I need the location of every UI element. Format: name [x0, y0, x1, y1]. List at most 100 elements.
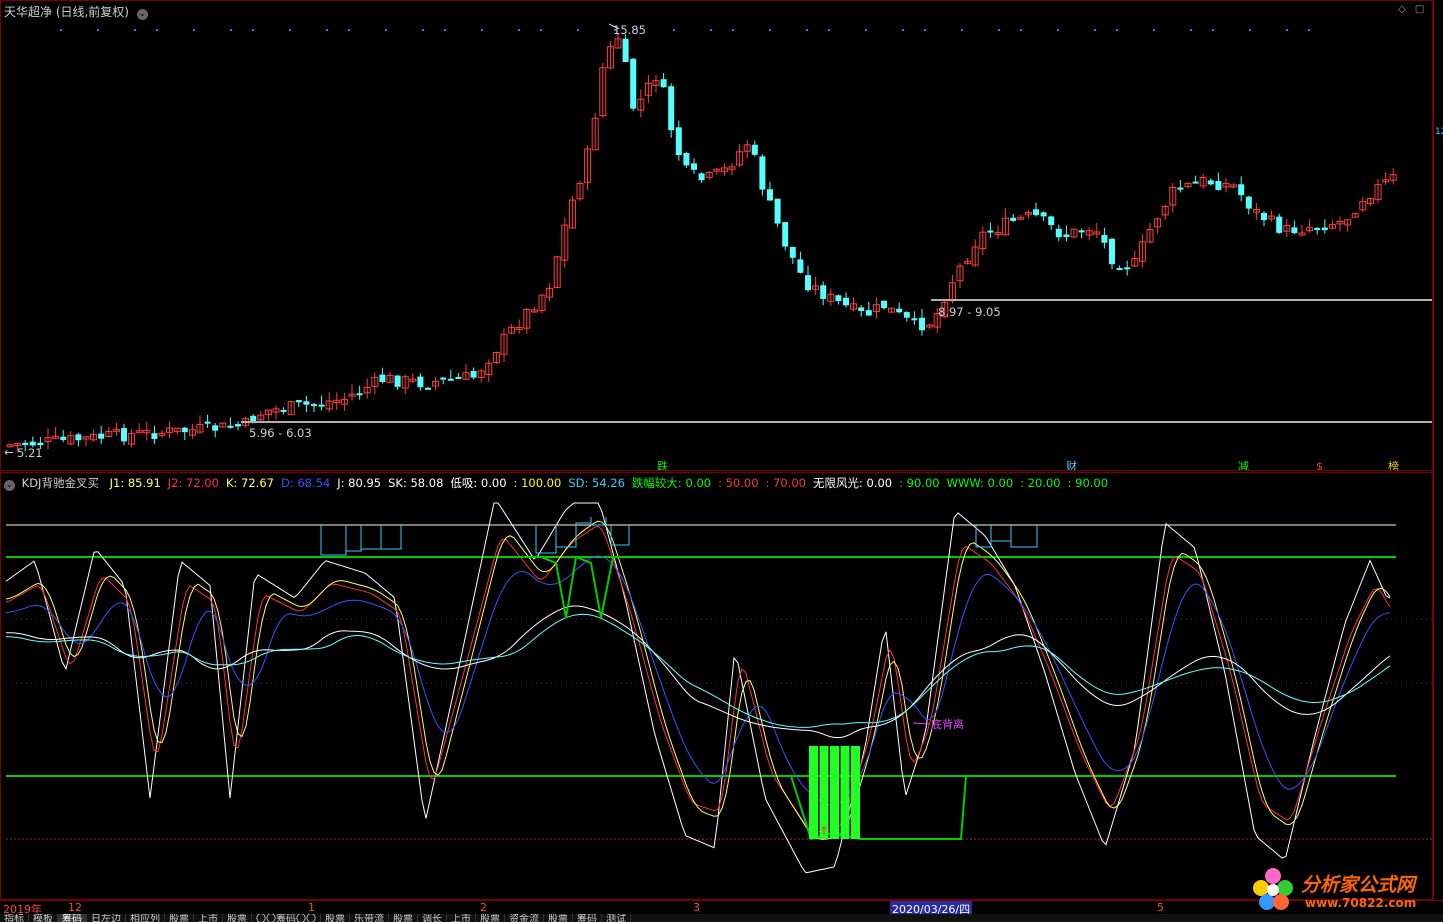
signal-dot — [1189, 28, 1193, 32]
indicator-collapse-icon[interactable]: ⌄ — [4, 480, 15, 491]
bottom-tab[interactable]: 上市 — [194, 914, 223, 922]
signal-box — [555, 525, 577, 548]
candle-body-down — [858, 307, 865, 311]
watermark-logo: 分析家公式网 www.70822.com — [1245, 862, 1440, 914]
signal-dot — [901, 28, 905, 32]
bottom-tab[interactable]: 上市 — [447, 914, 476, 922]
bottom-tab[interactable]: 筹码 — [573, 914, 602, 922]
candle-body-down — [425, 387, 431, 390]
candle-body-down — [1063, 234, 1070, 238]
restore-icon[interactable]: □ — [1415, 4, 1424, 15]
bottom-tab[interactable]: 筹码 — [58, 914, 87, 922]
candlestick-chart[interactable]: 15.85 5.21← 5.96 - 6.03 8.97 - 9.05 跌 财 减 $ 榜 — [1, 1, 1432, 470]
bottom-tab[interactable]: 股票 — [321, 914, 350, 922]
date-label-mar: 3 — [693, 901, 700, 914]
kdj-indicator-chart[interactable]: ↑ 底背离 — [1, 473, 1432, 899]
right-scale-strip: 12 — [1433, 0, 1443, 900]
signal-dot — [635, 28, 639, 32]
indicator-name[interactable]: KDJ背驰金叉买 — [22, 476, 99, 490]
legend-item: : 20.00 — [1020, 476, 1061, 490]
candle-body-down — [1010, 217, 1017, 221]
bottom-tab[interactable]: 调长 — [418, 914, 447, 922]
settings-dropdown-icon[interactable]: ⌄ — [136, 9, 148, 20]
candle-body-down — [896, 308, 903, 313]
bottom-tab[interactable]: 资金流 — [505, 914, 544, 922]
candle-body-down — [660, 79, 667, 88]
candle-body-down — [356, 393, 363, 396]
signal-dot — [155, 28, 159, 32]
date-label-may: 5 — [1157, 901, 1164, 914]
candle-body-down — [1124, 267, 1131, 270]
candle-body-down — [797, 259, 804, 273]
candle-body-down — [630, 58, 637, 109]
legend-item: 低吸: 0.00 — [450, 476, 507, 490]
candle-body-down — [204, 421, 211, 424]
signal-dot — [59, 28, 63, 32]
date-label-dec: 12 — [68, 901, 82, 914]
bottom-tab[interactable]: 指标 — [0, 914, 29, 922]
bottom-tab[interactable]: 乐带流 — [350, 914, 389, 922]
buy-zone-bar — [830, 746, 839, 839]
signal-dot — [768, 28, 772, 32]
candle-body-down — [987, 230, 994, 233]
candle-body-down — [75, 434, 82, 441]
legend-item: J2: 72.00 — [167, 476, 219, 490]
signal-dot — [517, 28, 521, 32]
d-line — [5, 555, 1391, 806]
buy-zone-bar — [809, 746, 818, 839]
candle-body-down — [1245, 196, 1252, 209]
bottom-tab[interactable]: 股票 — [165, 914, 194, 922]
bottom-tab[interactable]: 股票 — [389, 914, 418, 922]
candle-body-down — [417, 376, 424, 388]
signal-dot — [480, 28, 484, 32]
candle-body-down — [1078, 230, 1085, 233]
signal-dot — [1307, 28, 1311, 32]
bottom-tab[interactable]: 日左边 — [87, 914, 126, 922]
candle-body-down — [181, 427, 188, 433]
bottom-tab[interactable]: 〇〇筹码〇〇 — [252, 914, 321, 922]
legend-item: K: 72.67 — [225, 476, 274, 490]
k-line — [5, 520, 1391, 840]
bottom-tab[interactable]: 模板 — [29, 914, 58, 922]
signal-dot — [384, 28, 388, 32]
signal-dot — [443, 28, 447, 32]
buy-zone-bar — [840, 746, 850, 839]
candle-body-down — [1177, 187, 1184, 190]
signal-box — [320, 525, 347, 556]
signal-dot — [347, 28, 351, 32]
signal-dot — [1211, 28, 1215, 32]
date-label-feb: 2 — [480, 901, 487, 914]
window-controls: ◇ □ — [1398, 4, 1424, 15]
candle-body-down — [1055, 228, 1062, 238]
candle-body-down — [318, 404, 325, 407]
signal-dot — [421, 28, 425, 32]
candle-body-down — [881, 300, 887, 309]
signal-box — [535, 525, 557, 554]
bottom-tab[interactable]: 股票 — [476, 914, 505, 922]
candle-body-down — [1116, 268, 1123, 271]
low-price-label: 5.21 — [17, 446, 43, 460]
event-marker: 财 — [1066, 459, 1077, 470]
candle-body-down — [280, 409, 287, 412]
bottom-tab[interactable]: 测试 — [602, 914, 631, 922]
legend-item: : 90.00 — [1067, 476, 1109, 490]
signal-box — [1010, 525, 1038, 548]
signal-dot — [1285, 28, 1289, 32]
candle-body-down — [622, 38, 629, 63]
candle-body-down — [1048, 216, 1055, 226]
kdj-indicator-panel[interactable]: ↑ 底背离 ⌄ KDJ背驰金叉买 J1: 85.91 J2: 72.00 K: 72.… — [0, 472, 1433, 900]
signal-dot — [613, 28, 617, 32]
collapse-icon[interactable]: ◇ — [1398, 4, 1406, 15]
low-pointer-icon: ← — [4, 445, 14, 459]
candle-body-down — [394, 375, 401, 387]
candle-body-down — [455, 376, 462, 379]
price-chart-panel[interactable]: 15.85 5.21 ← 5.96 - 6.03 8.97 - 9.05 跌 财 减 $ 榜 天华… — [0, 0, 1433, 471]
signal-dot — [96, 28, 100, 32]
event-marker: 跌 — [657, 459, 668, 470]
bottom-tab[interactable]: 相应列 — [126, 914, 165, 922]
candle-body-down — [843, 297, 849, 306]
candle-body-down — [22, 442, 29, 446]
bottom-tab[interactable]: 股票 — [223, 914, 252, 922]
bottom-tab[interactable]: 股票 — [544, 914, 573, 922]
candle-body-down — [751, 144, 758, 155]
